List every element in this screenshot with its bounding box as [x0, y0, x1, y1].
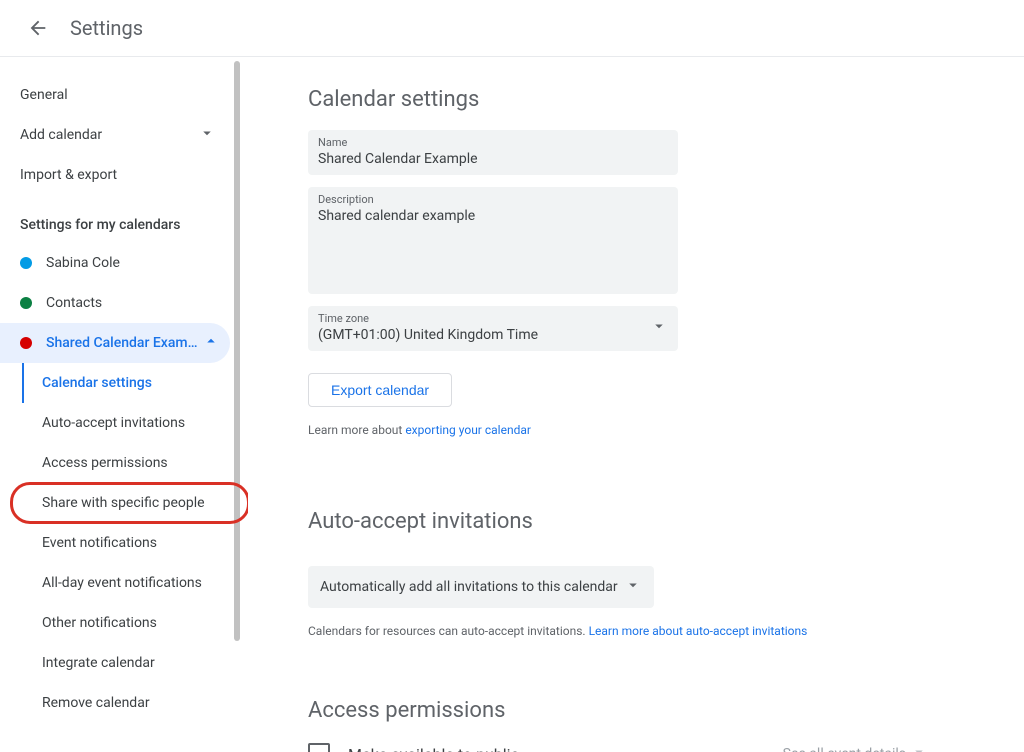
calendar-name: Shared Calendar Exam…	[46, 335, 202, 351]
sidebar-section-title: Settings for my calendars	[0, 195, 248, 243]
chevron-up-icon	[202, 332, 220, 354]
name-field[interactable]: Name Shared Calendar Example	[308, 130, 678, 175]
calendar-color-dot	[20, 257, 32, 269]
access-detail-select[interactable]: See all event details	[783, 743, 928, 752]
timezone-value: (GMT+01:00) United Kingdom Time	[318, 327, 538, 343]
access-public-label: Make available to public	[348, 745, 519, 752]
dropdown-arrow-icon	[618, 576, 642, 598]
description-field-label: Description	[318, 193, 668, 206]
sub-item-label: Calendar settings	[42, 375, 152, 391]
export-help-text: Learn more about exporting your calendar	[308, 423, 1004, 437]
settings-header: Settings	[0, 0, 1024, 57]
main-content: Calendar settings Name Shared Calendar E…	[248, 57, 1024, 752]
sub-item-access-permissions[interactable]: Access permissions	[22, 443, 248, 483]
export-help-prefix: Learn more about	[308, 423, 405, 437]
name-field-label: Name	[318, 136, 668, 149]
sub-item-share-specific-people[interactable]: Share with specific people	[22, 483, 248, 523]
auto-accept-help-prefix: Calendars for resources can auto-accept …	[308, 624, 589, 638]
sidebar-item-add-calendar[interactable]: Add calendar	[0, 115, 230, 155]
access-public-row: Make available to public See all event d…	[308, 743, 928, 752]
sub-item-label: All-day event notifications	[42, 575, 202, 591]
sub-item-allday-notifications[interactable]: All-day event notifications	[22, 563, 248, 603]
dropdown-arrow-icon	[650, 317, 668, 339]
sidebar-calendar-shared[interactable]: Shared Calendar Exam…	[0, 323, 230, 363]
sidebar-item-label: General	[20, 87, 68, 103]
sub-item-label: Other notifications	[42, 615, 157, 631]
sub-item-label: Integrate calendar	[42, 655, 155, 671]
auto-accept-select[interactable]: Automatically add all invitations to thi…	[308, 566, 654, 608]
description-field-value: Shared calendar example	[318, 208, 668, 224]
sidebar: General Add calendar Import & export Set…	[0, 57, 248, 752]
sub-item-event-notifications[interactable]: Event notifications	[22, 523, 248, 563]
chevron-down-icon	[198, 124, 216, 146]
timezone-select[interactable]: Time zone (GMT+01:00) United Kingdom Tim…	[308, 306, 678, 351]
section-title-access-permissions: Access permissions	[308, 698, 1004, 723]
timezone-label: Time zone	[318, 312, 538, 325]
calendar-color-dot	[20, 337, 32, 349]
sidebar-calendar-contacts[interactable]: Contacts	[0, 283, 230, 323]
auto-accept-value: Automatically add all invitations to thi…	[320, 579, 618, 595]
calendar-name: Contacts	[46, 295, 220, 311]
page-title: Settings	[70, 16, 143, 40]
back-button[interactable]	[20, 10, 56, 46]
description-field[interactable]: Description Shared calendar example	[308, 187, 678, 294]
export-help-link[interactable]: exporting your calendar	[405, 423, 531, 437]
sub-item-integrate-calendar[interactable]: Integrate calendar	[22, 643, 248, 683]
calendar-color-dot	[20, 297, 32, 309]
sidebar-item-label: Import & export	[20, 167, 117, 183]
sub-item-auto-accept[interactable]: Auto-accept invitations	[22, 403, 248, 443]
sub-item-label: Access permissions	[42, 455, 168, 471]
name-field-value: Shared Calendar Example	[318, 151, 668, 167]
export-calendar-button[interactable]: Export calendar	[308, 373, 452, 407]
calendar-name: Sabina Cole	[46, 255, 220, 271]
sub-item-label: Share with specific people	[42, 495, 205, 511]
sub-item-calendar-settings[interactable]: Calendar settings	[22, 363, 248, 403]
access-detail-value: See all event details	[783, 746, 906, 752]
sidebar-item-general[interactable]: General	[0, 75, 230, 115]
section-title-calendar-settings: Calendar settings	[308, 87, 1004, 112]
sidebar-item-label: Add calendar	[20, 127, 102, 143]
section-title-auto-accept: Auto-accept invitations	[308, 509, 1004, 534]
sub-item-other-notifications[interactable]: Other notifications	[22, 603, 248, 643]
sub-item-label: Event notifications	[42, 535, 157, 551]
auto-accept-help-link[interactable]: Learn more about auto-accept invitations	[589, 624, 808, 638]
sub-item-label: Auto-accept invitations	[42, 415, 185, 431]
dropdown-arrow-icon	[906, 743, 928, 752]
access-public-checkbox[interactable]	[308, 743, 330, 752]
sidebar-item-import-export[interactable]: Import & export	[0, 155, 230, 195]
auto-accept-help-text: Calendars for resources can auto-accept …	[308, 624, 1004, 638]
sidebar-scrollbar[interactable]	[234, 61, 240, 641]
sub-item-label: Remove calendar	[42, 695, 150, 711]
arrow-left-icon	[27, 17, 49, 39]
sidebar-calendar-sabina[interactable]: Sabina Cole	[0, 243, 230, 283]
sub-item-remove-calendar[interactable]: Remove calendar	[22, 683, 248, 723]
